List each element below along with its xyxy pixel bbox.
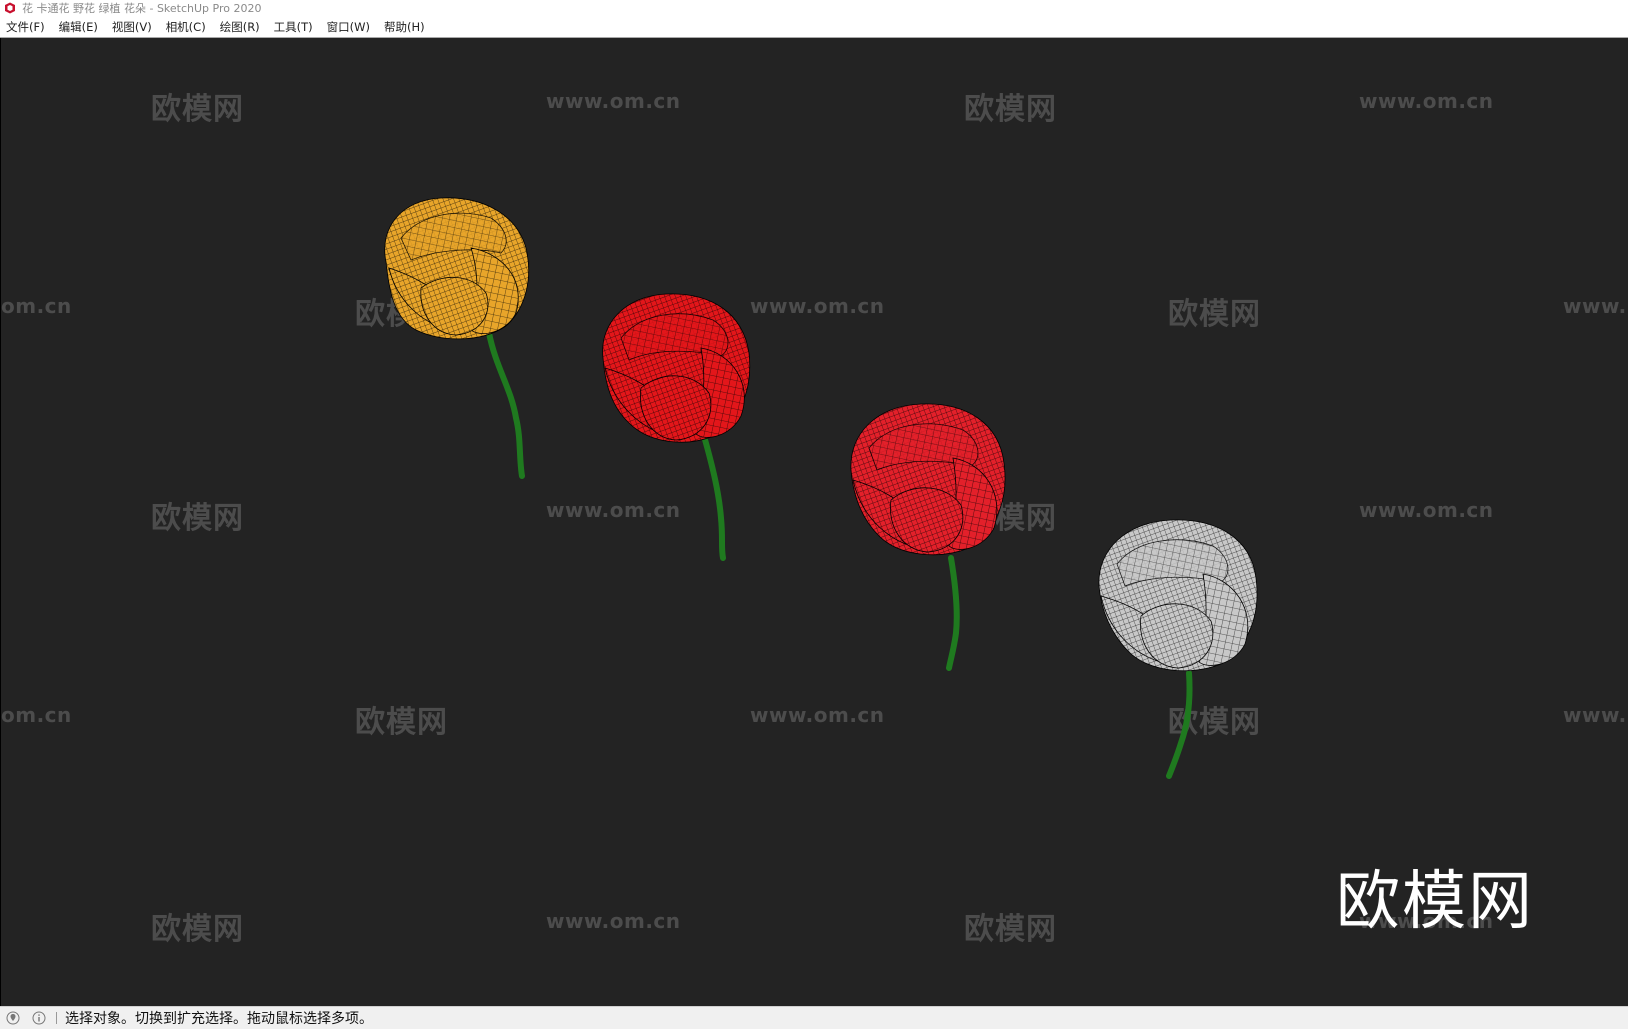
status-separator <box>56 1012 57 1024</box>
red-tulip-model[interactable] <box>850 403 1006 671</box>
menu-edit[interactable]: 编辑(E) <box>52 17 105 37</box>
status-message: 选择对象。切换到扩充选择。拖动鼠标选择多项。 <box>65 1011 373 1027</box>
stem <box>701 433 726 561</box>
menu-window[interactable]: 窗口(W) <box>320 17 377 37</box>
menu-tools[interactable]: 工具(T) <box>267 17 320 37</box>
title-bar: 花 卡通花 野花 绿植 花朵 - SketchUp Pro 2020 <box>0 0 1628 16</box>
status-bar: 选择对象。切换到扩充选择。拖动鼠标选择多项。 <box>0 1006 1628 1029</box>
stem <box>946 555 960 671</box>
menu-view[interactable]: 视图(V) <box>105 17 159 37</box>
stem <box>486 330 525 479</box>
menu-draw[interactable]: 绘图(R) <box>213 17 267 37</box>
yellow-tulip-model[interactable] <box>384 197 529 479</box>
menu-help[interactable]: 帮助(H) <box>377 17 432 37</box>
menu-bar: 文件(F) 编辑(E) 视图(V) 相机(C) 绘图(R) 工具(T) 窗口(W… <box>0 16 1628 38</box>
menu-camera[interactable]: 相机(C) <box>159 17 213 37</box>
red-tulip-model[interactable] <box>602 293 751 561</box>
info-icon[interactable] <box>32 1011 46 1025</box>
geolocation-icon[interactable] <box>6 1011 20 1025</box>
scene-canvas <box>384 197 1258 779</box>
white-tulip-model[interactable] <box>1098 519 1258 779</box>
stem <box>1166 670 1193 779</box>
sketchup-logo-icon <box>5 2 15 14</box>
sketchup-window: 花 卡通花 野花 绿植 花朵 - SketchUp Pro 2020 文件(F)… <box>0 0 1628 1029</box>
menu-file[interactable]: 文件(F) <box>0 17 52 37</box>
3d-viewport[interactable]: 欧模网 www.om.cn 欧模网 www.om.cn om.cn 欧模网 ww… <box>0 38 1628 1006</box>
window-title: 花 卡通花 野花 绿植 花朵 - SketchUp Pro 2020 <box>22 2 262 15</box>
